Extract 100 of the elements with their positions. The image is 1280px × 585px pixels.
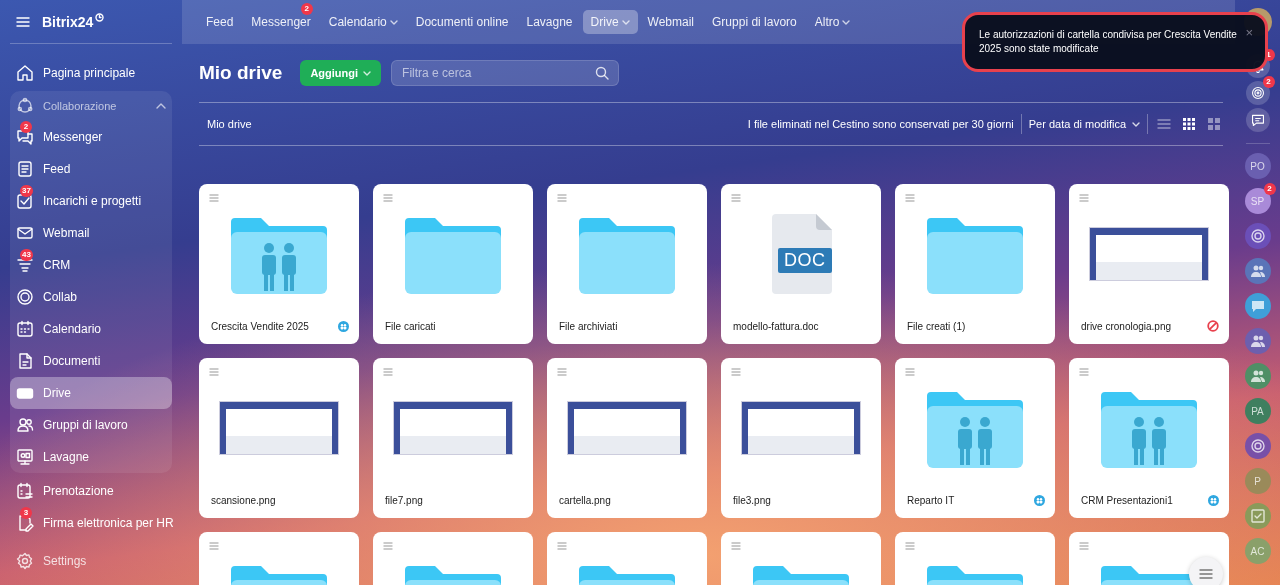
file-card[interactable]: File archiviati — [547, 184, 707, 344]
count-badge: 2 — [1263, 183, 1276, 195]
sidebar-item[interactable]: Pagina principale — [10, 57, 172, 89]
chevron-down-icon — [1132, 121, 1140, 127]
drag-handle-icon — [905, 542, 915, 550]
file-card[interactable]: File caricati — [373, 184, 533, 344]
sidebar-item[interactable]: Documenti — [10, 345, 172, 377]
people-icon — [1249, 368, 1266, 384]
count-badge: 3 — [20, 507, 32, 519]
menu-icon — [16, 15, 30, 28]
file-card[interactable]: scansione.png — [199, 358, 359, 518]
view-toggle[interactable] — [1180, 115, 1198, 133]
prohibited-icon — [1207, 320, 1219, 332]
drag-handle-icon — [731, 194, 741, 202]
chevron-down-icon — [842, 19, 851, 25]
spiral-icon — [1249, 438, 1266, 454]
document-list-icon — [16, 160, 34, 178]
sidebar-tool-button[interactable] — [1245, 108, 1270, 132]
drag-handle-icon — [557, 194, 567, 202]
document-pen-icon — [16, 514, 34, 532]
file-card[interactable]: Reparto IT — [895, 358, 1055, 518]
drag-handle-icon — [557, 542, 567, 550]
chat-avatar[interactable] — [1244, 363, 1271, 389]
drag-handle-icon — [209, 194, 219, 202]
chat-bubble-icon — [1250, 113, 1265, 127]
count-badge: 37 — [20, 185, 33, 197]
drag-handle-icon — [1079, 368, 1089, 376]
drag-handle-icon — [209, 368, 219, 376]
file-name: File creati (1) — [907, 320, 966, 332]
close-button[interactable]: × — [1245, 25, 1253, 40]
file-card[interactable]: drive cronologia.png — [1069, 184, 1229, 344]
calendar-list-icon — [16, 482, 34, 500]
logo-text[interactable]: Bitrix24 — [42, 13, 94, 30]
drag-handle-icon — [383, 368, 393, 376]
nav-tab[interactable]: Gruppi di lavoro — [704, 10, 805, 34]
nav-tab[interactable]: Altro — [806, 10, 859, 34]
nav-tab[interactable]: Calendario — [320, 10, 406, 34]
drag-handle-icon — [557, 368, 567, 376]
nav-tab[interactable]: Lavagne — [518, 10, 581, 34]
file-card[interactable]: File creati (1) — [895, 184, 1055, 344]
count-badge: 2 — [300, 3, 313, 15]
file-card[interactable]: DOC modello-fattura.doc — [721, 184, 881, 344]
view-toggle[interactable] — [1205, 115, 1223, 133]
breadcrumb[interactable]: Mio drive — [207, 118, 252, 130]
sidebar-item[interactable]: 3 Firma elettronica per HR — [10, 507, 172, 539]
file-name: modello-fattura.doc — [733, 320, 819, 332]
notification-text: Le autorizzazioni di cartella condivisa per Crescita Vendite 2025 sono state modificate — [979, 28, 1238, 56]
chevron-icon — [156, 103, 166, 109]
sidebar-item[interactable]: Collab — [10, 281, 172, 313]
group-header[interactable]: Collaborazione — [10, 91, 172, 121]
chat-avatar[interactable] — [1244, 433, 1271, 459]
ring-icon — [16, 288, 34, 306]
people-icon — [1249, 263, 1266, 279]
count-badge: 2 — [20, 121, 32, 133]
sidebar-item[interactable]: Lavagne — [10, 441, 172, 473]
file-name: scansione.png — [211, 494, 276, 506]
file-name: Reparto IT — [907, 494, 955, 506]
chat-icon — [1249, 298, 1266, 314]
nav-tab[interactable]: Webmail — [639, 10, 703, 34]
shared-people-icon — [338, 320, 349, 332]
document-icon — [16, 352, 34, 370]
chevron-down-icon — [363, 70, 372, 76]
people-icon — [1249, 333, 1266, 349]
search-icon — [595, 66, 610, 80]
chat-avatar[interactable] — [1244, 258, 1271, 284]
home-icon — [16, 64, 34, 82]
file-card[interactable]: file3.png — [721, 358, 881, 518]
menu-button[interactable] — [16, 15, 30, 28]
file-card[interactable]: CRM Presentazioni1 — [1069, 358, 1229, 518]
file-name: file3.png — [733, 494, 771, 506]
file-card[interactable]: file7.png — [373, 358, 533, 518]
checkbox-icon — [16, 192, 34, 210]
page-title: Mio drive — [199, 62, 283, 84]
contact-avatar[interactable]: PO — [1244, 153, 1271, 179]
file-name: CRM Presentazioni1 — [1081, 494, 1173, 506]
shared-people-icon — [1208, 494, 1219, 506]
sidebar-item[interactable]: Gruppi di lavoro — [10, 409, 172, 441]
sort-dropdown[interactable]: Per data di modifica — [1028, 118, 1140, 130]
sidebar-item[interactable]: 2 Messenger — [10, 121, 172, 153]
chat-avatar[interactable] — [1244, 293, 1271, 319]
file-card[interactable]: cartella.png — [547, 358, 707, 518]
nav-tab[interactable]: Feed — [198, 10, 242, 34]
list-view-icon — [1157, 117, 1171, 131]
sidebar-item[interactable]: Prenotazione — [10, 475, 172, 507]
people-icon — [16, 416, 34, 434]
sidebar-item[interactable]: Calendario — [10, 313, 172, 345]
drag-handle-icon — [731, 542, 741, 550]
sidebar-item[interactable]: 37 Incarichi e progetti — [10, 185, 172, 217]
nav-tab[interactable]: Documenti online — [407, 10, 517, 34]
sidebar-item[interactable]: Feed — [10, 153, 172, 185]
drag-handle-icon — [1079, 542, 1089, 550]
chat-avatar[interactable] — [1244, 328, 1271, 354]
sidebar-tool-button[interactable] — [1245, 81, 1270, 105]
whiteboard-icon — [16, 448, 34, 466]
chat-avatar[interactable] — [1244, 223, 1271, 249]
sidebar-item[interactable]: 43 CRM — [10, 249, 172, 281]
file-name: File caricati — [385, 320, 436, 332]
file-card[interactable]: Crescita Vendite 2025 — [199, 184, 359, 344]
sidebar-item[interactable]: Webmail — [10, 217, 172, 249]
contact-avatar[interactable]: PA — [1244, 398, 1271, 424]
